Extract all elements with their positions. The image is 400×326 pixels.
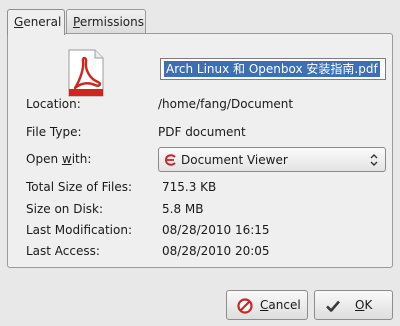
open-with-label-post: ith: xyxy=(71,152,92,166)
ok-label-rest: K xyxy=(364,298,373,312)
open-with-label-mnemonic: w xyxy=(61,152,72,166)
tab-general-mnemonic: G xyxy=(14,15,24,29)
last-modification-label: Last Modification: xyxy=(26,223,132,237)
last-access-label: Last Access: xyxy=(26,244,100,258)
cancel-label: Cancel xyxy=(260,298,301,312)
last-access-value: 08/28/2010 20:05 xyxy=(162,244,270,258)
tab-permissions[interactable]: Permissions xyxy=(66,9,146,33)
total-size-label: Total Size of Files: xyxy=(26,180,133,194)
ok-label: OK xyxy=(355,298,372,312)
tab-permissions-label: ermissions xyxy=(79,15,144,29)
open-with-label: Open with: xyxy=(26,152,91,166)
cancel-icon xyxy=(237,298,253,314)
general-panel: Arch Linux 和 Openbox 安装指南.pdf Location: … xyxy=(7,33,393,268)
cancel-label-rest: ancel xyxy=(268,298,301,312)
tab-general[interactable]: General xyxy=(7,9,65,35)
tab-permissions-mnemonic: P xyxy=(73,15,80,29)
ok-button[interactable]: OK xyxy=(314,290,393,320)
open-with-label-pre: Open xyxy=(26,152,62,166)
chevron-up-down-icon xyxy=(370,154,378,166)
tab-general-label: eneral xyxy=(23,15,62,29)
total-size-value: 715.3 KB xyxy=(162,180,217,194)
cancel-button[interactable]: Cancel xyxy=(226,290,308,320)
last-modification-value: 08/28/2010 16:15 xyxy=(162,223,270,237)
file-type-value: PDF document xyxy=(158,125,246,139)
size-on-disk-label: Size on Disk: xyxy=(26,202,104,216)
filename-text: Arch Linux 和 Openbox 安装指南.pdf xyxy=(164,61,380,77)
pdf-file-icon xyxy=(68,49,104,97)
checkmark-icon xyxy=(326,300,340,312)
size-on-disk-value: 5.8 MB xyxy=(162,202,204,216)
file-type-label: File Type: xyxy=(26,125,82,139)
location-label: Location: xyxy=(26,97,81,111)
filename-field[interactable]: Arch Linux 和 Openbox 安装指南.pdf xyxy=(160,58,386,80)
document-viewer-icon xyxy=(164,154,176,166)
open-with-select[interactable]: Document Viewer xyxy=(158,147,386,172)
location-value: /home/fang/Document xyxy=(158,97,294,111)
open-with-value: Document Viewer xyxy=(181,153,288,167)
